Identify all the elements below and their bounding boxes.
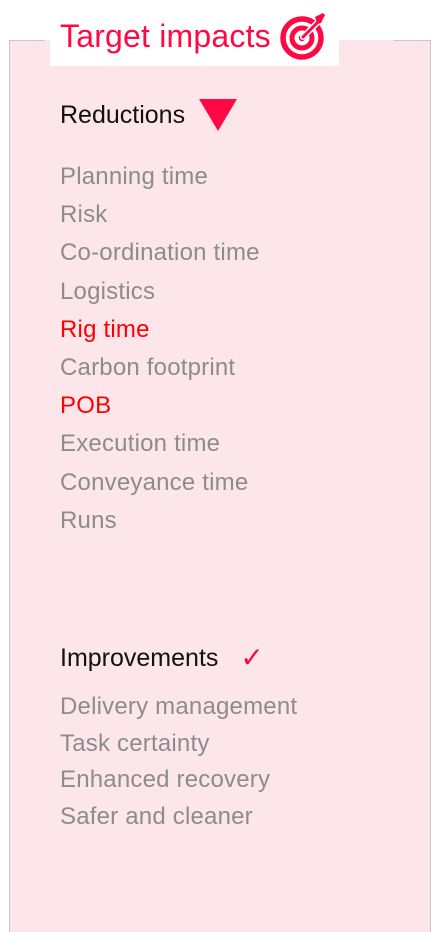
list-item: Conveyance time: [60, 468, 249, 496]
list-item: Rig time: [60, 315, 150, 343]
target-icon: [279, 11, 329, 61]
list-item: Runs: [60, 506, 117, 534]
panel-title: Target impacts: [60, 18, 271, 54]
list-item: Co-ordination time: [60, 239, 260, 267]
list-item: Carbon footprint: [60, 353, 236, 381]
improvements-heading: Improvements ✓: [60, 640, 264, 676]
list-item: Task certainty: [60, 729, 210, 757]
list-item: Delivery management: [60, 693, 298, 720]
list-item: POB: [60, 392, 112, 420]
list-item: Safer and cleaner: [60, 802, 253, 830]
reductions-heading: Reductions: [60, 97, 238, 133]
reductions-list: Planning time Risk Co-ordination time Logis…: [60, 158, 260, 540]
checkmark-icon: ✓: [240, 641, 264, 674]
list-item: Execution time: [60, 430, 221, 458]
list-item: Enhanced recovery: [60, 766, 271, 793]
improvements-list: Delivery management Task certainty Enhance…: [60, 689, 297, 835]
reductions-heading-label: Reductions: [60, 100, 186, 129]
panel-top-border-right: [394, 40, 431, 41]
improvements-heading-label: Improvements: [60, 643, 219, 672]
panel-top-border-left: [9, 40, 45, 41]
list-item: Logistics: [60, 277, 156, 305]
list-item: Risk: [60, 201, 108, 229]
down-triangle-icon: [199, 99, 238, 131]
list-item: Planning time: [60, 163, 209, 190]
panel-header: Target impacts: [50, 6, 339, 66]
